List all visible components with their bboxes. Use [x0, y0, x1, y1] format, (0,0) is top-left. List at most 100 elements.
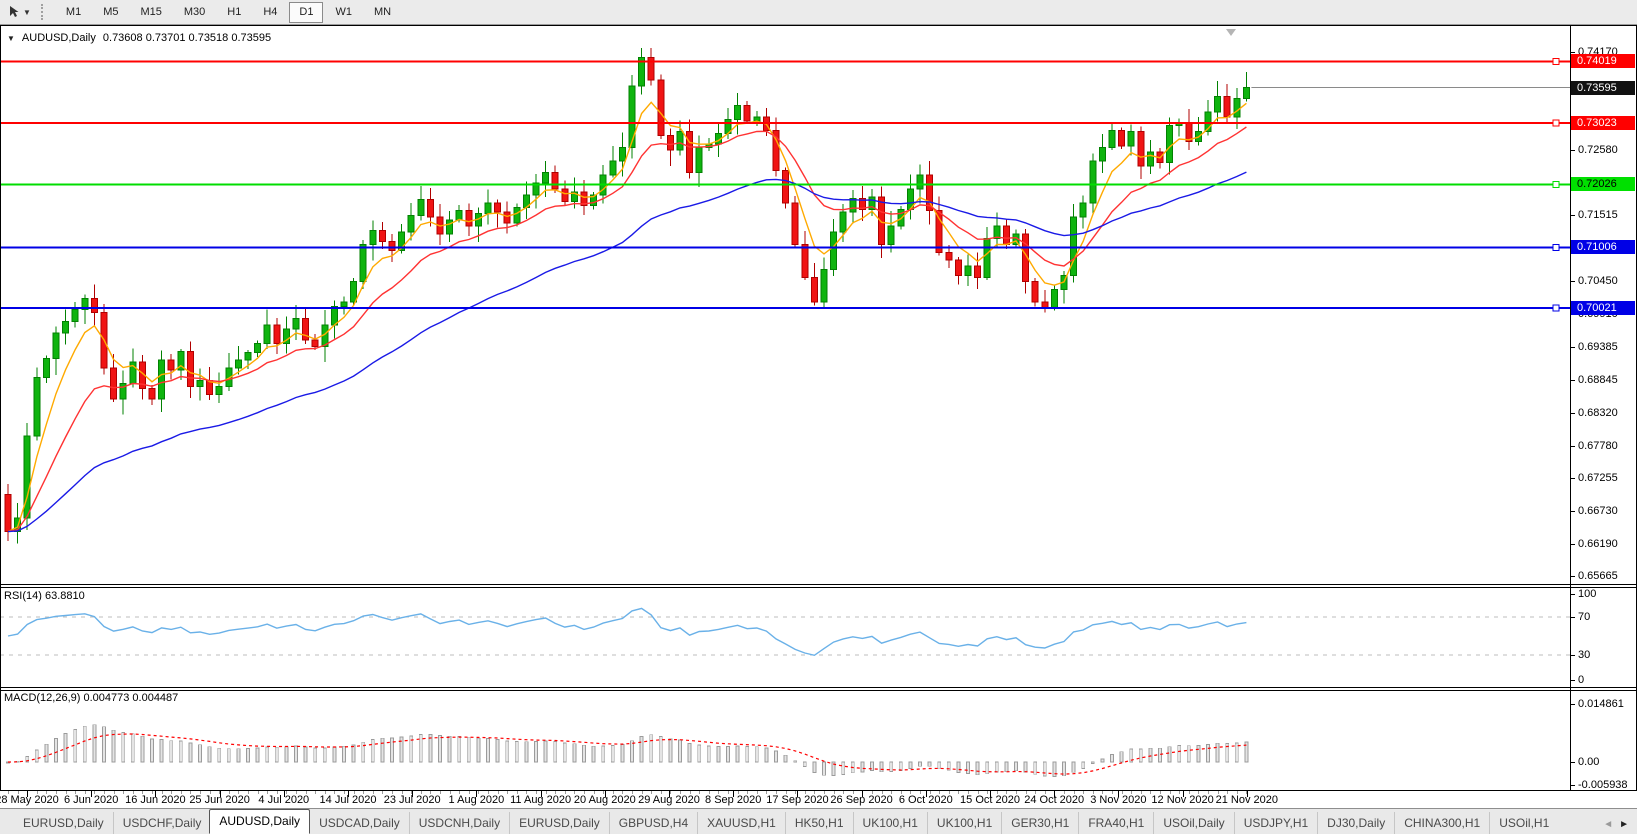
chart-tab[interactable]: CHINA300,H1 — [1394, 812, 1489, 834]
chart-tab[interactable]: XAUUSD,H1 — [697, 812, 785, 834]
mt4-terminal-window: ▼ M1M5M15M30H1H4D1W1MN ▼ AUDUSD,Daily 0.… — [0, 0, 1637, 834]
time-axis-line — [0, 790, 1637, 791]
timeframe-button-h4[interactable]: H4 — [253, 2, 287, 23]
timeframe-button-m5[interactable]: M5 — [93, 2, 128, 23]
cursor-tool-button[interactable]: ▼ — [4, 4, 34, 20]
time-axis-label: 21 Nov 2020 — [1216, 794, 1278, 806]
chart-tab[interactable]: UK100,H1 — [927, 812, 1001, 834]
price-axis-label: 0.68320 — [1578, 408, 1618, 419]
time-bar-tick — [123, 791, 124, 794]
macd-panel-canvas[interactable] — [0, 691, 1570, 790]
macd-scale-label: 0.014861 — [1578, 699, 1624, 710]
chart-tab[interactable]: GBPUSD,H4 — [609, 812, 697, 834]
symbol-title: AUDUSD,Daily — [22, 32, 96, 44]
time-axis-label: 4 Jul 2020 — [258, 794, 309, 806]
rsi-scale-label: 100 — [1578, 589, 1596, 600]
ohlc-readout: 0.73608 0.73701 0.73518 0.73595 — [103, 32, 271, 44]
price-axis-label: 0.67780 — [1578, 441, 1618, 452]
price-axis-label: 0.72580 — [1578, 145, 1618, 156]
chart-tab[interactable]: FRA40,H1 — [1078, 812, 1153, 834]
chart-tab[interactable]: HK50,H1 — [785, 812, 853, 834]
macd-histogram — [7, 725, 1248, 777]
tabs-scroll-left-icon[interactable]: ◄ — [1603, 819, 1613, 830]
chart-tabs-bar: EURUSD,DailyUSDCHF,DailyAUDUSD,DailyUSDC… — [0, 808, 1637, 834]
time-axis-label: 14 Jul 2020 — [320, 794, 377, 806]
chart-tab[interactable]: GER30,H1 — [1001, 812, 1078, 834]
rsi-scale-label: 0 — [1578, 675, 1584, 686]
time-axis-label: 28 May 2020 — [0, 794, 59, 806]
price-axis-label: 0.71515 — [1578, 210, 1618, 221]
timeframe-button-m1[interactable]: M1 — [56, 2, 91, 23]
chart-title-bar: ▼ AUDUSD,Daily 0.73608 0.73701 0.73518 0… — [7, 32, 271, 44]
rsi-panel-canvas[interactable] — [0, 588, 1570, 687]
time-axis-label: 3 Nov 2020 — [1090, 794, 1146, 806]
chart-tab[interactable]: USDCAD,Daily — [309, 812, 409, 834]
price-badge: 0.73023 — [1571, 116, 1635, 130]
chart-tab[interactable]: USDCHF,Daily — [113, 812, 211, 834]
time-axis-label: 24 Oct 2020 — [1024, 794, 1084, 806]
timeframe-button-m30[interactable]: M30 — [174, 2, 215, 23]
chart-tab[interactable]: DJ30,Daily — [1317, 812, 1394, 834]
rsi-separator-bottom[interactable] — [0, 587, 1637, 588]
chart-tab[interactable]: USDCNH,Daily — [409, 812, 509, 834]
rsi-scale-label: 30 — [1578, 650, 1590, 661]
price-axis-label: 0.66730 — [1578, 506, 1618, 517]
chart-tab[interactable]: USOil,H1 — [1489, 812, 1558, 834]
time-axis-label: 11 Aug 2020 — [510, 794, 571, 806]
timeframe-button-h1[interactable]: H1 — [217, 2, 251, 23]
chevron-down-icon: ▼ — [23, 8, 31, 17]
price-badge: 0.73595 — [1571, 81, 1635, 95]
price-badge: 0.70021 — [1571, 301, 1635, 315]
price-badge: 0.72026 — [1571, 177, 1635, 191]
price-axis-label: 0.69385 — [1578, 342, 1618, 353]
price-badge: 0.74019 — [1571, 54, 1635, 68]
timeframe-button-m15[interactable]: M15 — [130, 2, 171, 23]
time-axis-label: 17 Sep 2020 — [766, 794, 828, 806]
macd-scale-label: 0.00 — [1578, 757, 1599, 768]
chart-tab[interactable]: EURUSD,Daily — [14, 812, 113, 834]
time-axis-label: 29 Aug 2020 — [638, 794, 700, 806]
time-axis-label: 16 Jun 2020 — [125, 794, 186, 806]
chart-tab[interactable]: EURUSD,Daily — [509, 812, 609, 834]
chart-shift-marker-icon[interactable] — [1226, 29, 1236, 36]
chart-menu-arrow-icon[interactable]: ▼ — [7, 34, 15, 43]
tabs-scroll-controls: ◄► — [1603, 819, 1637, 834]
timeframe-button-d1[interactable]: D1 — [289, 2, 323, 23]
macd-signal-line — [8, 734, 1246, 774]
chart-top-border — [0, 25, 1637, 26]
rsi-separator-top[interactable] — [0, 584, 1637, 585]
macd-separator-bottom[interactable] — [0, 690, 1637, 691]
price-badge: 0.71006 — [1571, 240, 1635, 254]
horizontal-level-lines[interactable] — [0, 58, 1570, 311]
ma-medium-line — [8, 127, 1246, 532]
price-axis-label: 0.70450 — [1578, 276, 1618, 287]
macd-separator-top[interactable] — [0, 687, 1637, 688]
chart-tab[interactable]: UK100,H1 — [853, 812, 927, 834]
time-axis-label: 6 Jun 2020 — [64, 794, 118, 806]
price-axis-label: 0.68845 — [1578, 375, 1618, 386]
rsi-scale-label: 70 — [1578, 612, 1590, 623]
chart-tab[interactable]: USDJPY,H1 — [1234, 812, 1317, 834]
price-axis-label: 0.66190 — [1578, 539, 1618, 550]
time-axis-label: 20 Aug 2020 — [574, 794, 636, 806]
toolbar: ▼ M1M5M15M30H1H4D1W1MN — [0, 0, 1637, 25]
time-bar-tick — [507, 791, 508, 794]
rsi-label: RSI(14) 63.8810 — [4, 590, 85, 602]
chart-tab[interactable]: USOil,Daily — [1153, 812, 1233, 834]
chart-left-border — [0, 26, 1, 790]
time-axis-label: 12 Nov 2020 — [1151, 794, 1213, 806]
time-bar-tick — [315, 791, 316, 794]
time-axis-label: 23 Jul 2020 — [384, 794, 441, 806]
time-axis-label: 6 Oct 2020 — [899, 794, 953, 806]
chart-tab[interactable]: AUDUSD,Daily — [209, 809, 310, 834]
rsi-line — [8, 608, 1246, 655]
price-axis-line — [1570, 26, 1571, 790]
timeframe-button-w1[interactable]: W1 — [325, 2, 362, 23]
toolbar-grip-handle[interactable] — [41, 4, 46, 20]
timeframe-button-mn[interactable]: MN — [364, 2, 401, 23]
macd-label: MACD(12,26,9) 0.004773 0.004487 — [4, 692, 178, 704]
main-chart-canvas[interactable] — [0, 26, 1570, 584]
ma-fast-line — [8, 102, 1246, 531]
tabs-scroll-right-icon[interactable]: ► — [1619, 819, 1629, 830]
time-axis-label: 8 Sep 2020 — [705, 794, 761, 806]
